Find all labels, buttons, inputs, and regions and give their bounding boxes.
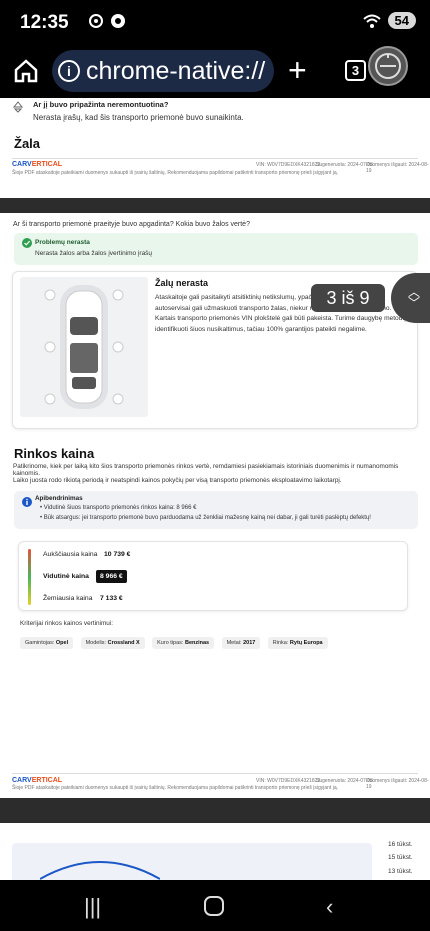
- divider: [12, 158, 418, 159]
- back-icon[interactable]: ‹: [326, 894, 333, 920]
- system-nav-bar: ||| ‹: [0, 880, 430, 931]
- footer-generated: Sugeneruota: 2024-07-05: [316, 778, 373, 784]
- footer-vin: VIN: W0V7D9EDXK4321823: [256, 778, 321, 784]
- wifi-icon: [362, 14, 381, 28]
- home-icon[interactable]: [12, 57, 40, 85]
- chart-tick: 15 tūkst.: [388, 854, 413, 861]
- status-bar: 12:35 54: [0, 0, 430, 44]
- criteria-chip: Kuro tipas: Benzinas: [152, 637, 215, 649]
- info-circle-icon: [22, 497, 32, 507]
- market-paragraph-1: Patikrinome, kiek per laiką kito šios tr…: [13, 463, 399, 477]
- market-paragraph-2: Laiko juosta rodo rikiotą periodą ir nea…: [13, 477, 342, 484]
- status-icons: [88, 13, 126, 29]
- logo: CARVERTICAL: [12, 777, 63, 784]
- footer-generated: Sugeneruota: 2024-07-05: [316, 162, 373, 168]
- address-bar[interactable]: i chrome-native://: [52, 50, 274, 92]
- notification-icon: [89, 14, 103, 28]
- criteria-title: Kriterijai rinkos kainos vertinimui:: [20, 620, 114, 627]
- avatar-icon: [375, 53, 401, 79]
- recents-icon[interactable]: |||: [84, 894, 101, 920]
- criteria-chip: Modelis: Crossland X: [80, 637, 145, 649]
- price-high-value: 10 739 €: [104, 551, 131, 558]
- summary-bullet-1: • Vidutinė šiuos transporto priemonės ri…: [40, 505, 197, 511]
- criteria-chip: Gamintojas: Opel: [20, 637, 74, 649]
- price-low-value: 7 133 €: [100, 595, 123, 602]
- price-high-label: Aukščiausia kaina: [43, 551, 98, 558]
- new-tab-button[interactable]: +: [288, 52, 307, 89]
- url-text: chrome-native://: [86, 56, 266, 85]
- criteria-chips: Gamintojas: Opel Modelis: Crossland X Ku…: [20, 631, 331, 649]
- chart-tick: 16 tūkst.: [388, 841, 413, 848]
- chrome-icon: [111, 14, 125, 28]
- no-damage-title: Žalų nerasta: [155, 278, 209, 288]
- footer-disclaimer: Šioje PDF ataskaitoje pateikiami duomeny…: [12, 170, 338, 176]
- summary-title: Apibendrinimas: [35, 495, 83, 502]
- home-nav-icon[interactable]: [203, 895, 225, 917]
- footer-vin: VIN: W0V7D9EDXK4321823: [256, 162, 321, 168]
- price-scale-bar: [28, 549, 31, 605]
- section-heading: Žala: [14, 136, 41, 151]
- alert-title: Problemų nerasta: [35, 239, 90, 246]
- car-top-view-icon: [44, 285, 124, 409]
- alert-text: Nerasta žalos arba žalos įvertinimo įraš…: [35, 250, 153, 257]
- check-circle-icon: [22, 238, 32, 248]
- info-icon[interactable]: i: [58, 60, 80, 82]
- damage-prompt: Ar ši transporto priemonė praeityje buvo…: [13, 221, 250, 228]
- pdf-page: 16 tūkst. 15 tūkst. 13 tūkst.: [0, 823, 430, 880]
- logo: CARVERTICAL: [12, 161, 63, 168]
- price-low-label: Žemiausia kaina: [43, 595, 93, 602]
- find-counter: 3 iš 9: [311, 284, 385, 312]
- no-issues-alert: Problemų nerasta Nerasta žalos arba žalo…: [14, 233, 418, 265]
- browser-toolbar: i chrome-native:// + 3: [0, 44, 430, 98]
- pdf-viewer[interactable]: Ar jį buvo pripažinta neremontuotina? Ne…: [0, 98, 430, 880]
- battery-indicator: 54: [387, 12, 416, 29]
- price-avg-value: 8 966 €: [96, 570, 127, 583]
- criteria-chip: Rinka: Rytų Europa: [267, 637, 328, 649]
- profile-avatar[interactable]: [368, 46, 408, 86]
- price-avg-label: Vidutinė kaina: [43, 573, 89, 580]
- damage-question: Ar jį buvo pripažinta neremontuotina?: [33, 100, 169, 109]
- chart-tick: 13 tūkst.: [388, 868, 413, 875]
- recycle-icon: [12, 101, 24, 113]
- damage-answer: Nerasta įrašų, kad šis transporto priemo…: [33, 113, 244, 122]
- criteria-chip: Metai: 2017: [221, 637, 261, 649]
- pdf-page: Ar jį buvo pripažinta neremontuotina? Ne…: [0, 98, 430, 198]
- divider: [12, 773, 418, 774]
- chart-curve: [40, 861, 160, 880]
- footer-disclaimer: Šioje PDF ataskaitoje pateikiami duomeny…: [12, 785, 338, 791]
- status-time: 12:35: [20, 12, 69, 33]
- summary-box: Apibendrinimas • Vidutinė šiuos transpor…: [14, 491, 418, 529]
- chevron-down-icon: ﹀: [407, 296, 420, 310]
- market-title: Rinkos kaina: [14, 446, 95, 461]
- tab-switcher-button[interactable]: 3: [345, 60, 366, 81]
- car-diagram: [20, 277, 148, 417]
- summary-bullet-2: • Būk atsargus: jei transporto priemonė …: [40, 515, 371, 521]
